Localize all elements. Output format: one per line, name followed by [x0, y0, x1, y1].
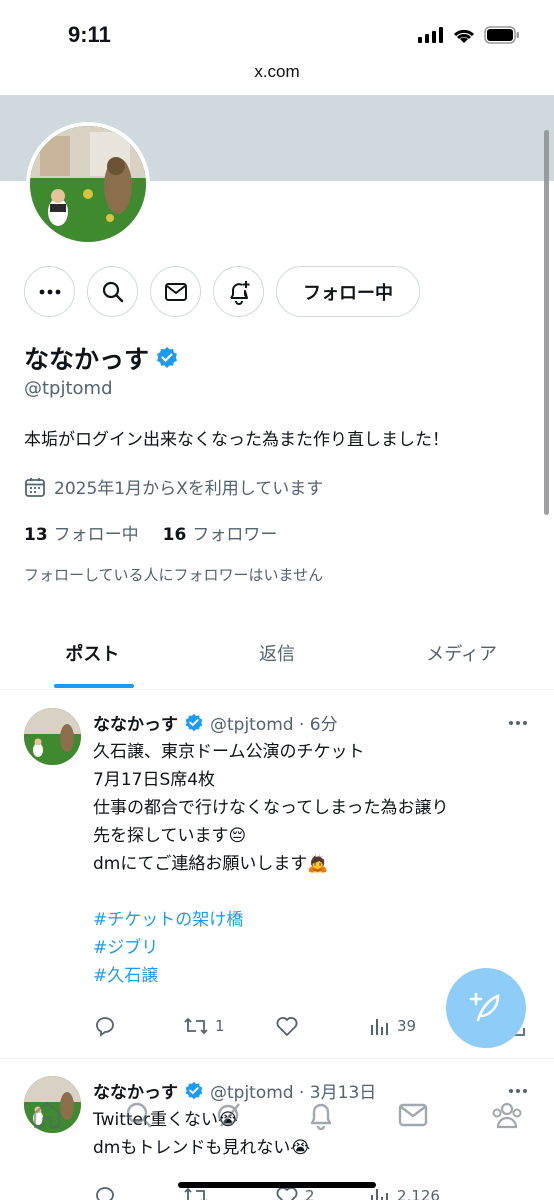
mail-icon: [164, 282, 187, 301]
communities-icon[interactable]: [490, 1100, 524, 1130]
post-meta: @tpjtomd · 6分: [210, 715, 338, 735]
like-button[interactable]: [275, 1015, 299, 1037]
joined-text: 2025年1月からXを利用しています: [54, 479, 324, 499]
following-link[interactable]: 13 フォロー中: [24, 520, 139, 545]
profile-display-name: ななかっす: [24, 340, 179, 376]
reply-button[interactable]: [93, 1015, 117, 1037]
views-count: 2,126: [397, 1187, 440, 1200]
calendar-icon: [25, 477, 45, 497]
followers-label: フォロワー: [192, 525, 278, 545]
profile-actions: フォロー中: [24, 266, 420, 317]
hashtag-link[interactable]: #チケットの架け橋: [93, 906, 523, 934]
followers-count: 16: [162, 525, 187, 545]
following-label: フォロー中: [53, 525, 139, 545]
reply-icon: [96, 1187, 114, 1200]
post-body: 久石譲、東京ドーム公演のチケット 7月17日S席4枚 仕事の都合で行けなくなって…: [93, 738, 523, 990]
views-button[interactable]: 39: [369, 1015, 416, 1037]
post-author-name[interactable]: ななかっす: [93, 710, 178, 735]
notify-button[interactable]: [213, 266, 264, 317]
compose-post-button[interactable]: [446, 968, 526, 1048]
tab-media[interactable]: メディア: [369, 624, 554, 689]
post-header: ななかっす @tpjtomd · 6分: [93, 710, 338, 735]
views-icon: [371, 1019, 388, 1035]
profile-handle: @tpjtomd: [24, 378, 113, 399]
more-options-button[interactable]: [24, 266, 75, 317]
post-more-button[interactable]: [508, 710, 528, 731]
retweet-count: 1: [215, 1017, 225, 1035]
search-icon: [102, 281, 123, 302]
avatar-image: [24, 708, 81, 765]
home-icon[interactable]: [31, 1100, 63, 1130]
verified-badge-icon: [157, 347, 178, 368]
display-name-text: ななかっす: [24, 345, 150, 374]
heart-icon: [276, 1017, 298, 1036]
avatar-image: [30, 126, 146, 242]
like-count: 2: [305, 1187, 315, 1200]
no-followers-note: フォローしている人にフォロワーはいません: [24, 566, 324, 584]
search-button[interactable]: [87, 266, 138, 317]
wifi-icon: [453, 29, 475, 43]
views-count: 39: [397, 1017, 417, 1035]
search-icon[interactable]: [124, 1100, 154, 1130]
post-text-line: 7月17日S席4枚: [93, 770, 216, 790]
profile-joined: 2025年1月からXを利用しています: [24, 474, 323, 499]
post-text-line: 久石譲、東京ドーム公演のチケット: [93, 742, 365, 762]
status-time: 9:11: [68, 22, 111, 47]
post-text-line: 仕事の都合で行けなくなってしまった為お譲り: [93, 798, 449, 818]
views-button[interactable]: 2,126: [369, 1185, 440, 1200]
active-tab-indicator: [54, 684, 134, 688]
bell-plus-icon: [229, 280, 249, 305]
hashtag-link[interactable]: #ジブリ: [93, 934, 523, 962]
tab-replies[interactable]: 返信: [185, 624, 370, 689]
home-indicator: [178, 1182, 376, 1188]
status-icons: [418, 26, 520, 44]
post-avatar[interactable]: [24, 708, 81, 765]
profile-bio: 本垢がログイン出来なくなった為また作り直しました！: [24, 430, 449, 450]
reply-icon: [96, 1017, 114, 1037]
profile-avatar[interactable]: [26, 122, 150, 246]
bell-icon[interactable]: [306, 1100, 336, 1130]
more-icon: [509, 721, 527, 725]
status-bar: 9:11: [0, 0, 554, 62]
grok-icon[interactable]: [215, 1100, 245, 1130]
message-button[interactable]: [150, 266, 201, 317]
more-icon: [39, 289, 60, 294]
following-count: 13: [24, 525, 48, 545]
following-button[interactable]: フォロー中: [276, 266, 420, 317]
follow-counts: 13 フォロー中 16 フォロワー: [24, 520, 277, 545]
retweet-icon: [184, 1017, 208, 1035]
profile-tabs: ポスト 返信 メディア: [0, 624, 554, 690]
feather-plus-icon: [469, 992, 500, 1022]
bottom-navigation: [0, 1080, 554, 1150]
reply-button[interactable]: [93, 1185, 117, 1200]
post-text-line: 先を探しています😔: [93, 826, 247, 846]
mail-icon[interactable]: [397, 1102, 429, 1128]
battery-icon: [484, 26, 519, 44]
tab-posts[interactable]: ポスト: [0, 624, 185, 689]
post-text-line: dmにてご連絡お願いします🙇: [93, 854, 329, 874]
retweet-button[interactable]: 1: [183, 1015, 225, 1037]
signal-icon: [418, 27, 443, 43]
url-bar[interactable]: x.com: [0, 62, 554, 94]
scrollbar[interactable]: [544, 130, 549, 515]
followers-link[interactable]: 16 フォロワー: [163, 520, 278, 545]
verified-badge-icon: [185, 713, 203, 731]
